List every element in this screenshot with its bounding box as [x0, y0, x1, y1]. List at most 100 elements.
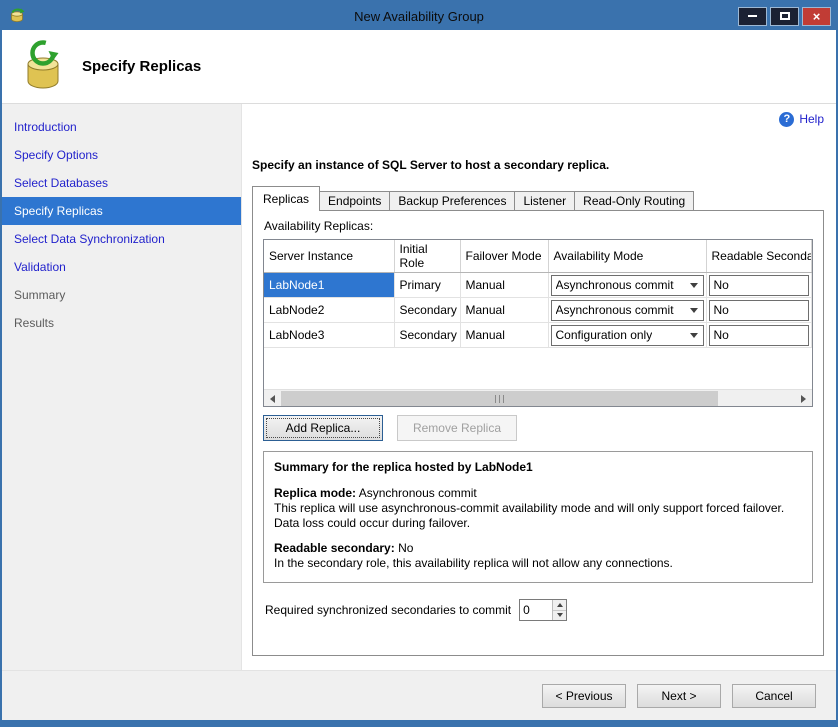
- scrollbar-thumb[interactable]: [281, 391, 718, 406]
- sidebar-item-select-databases[interactable]: Select Databases: [2, 169, 241, 197]
- replica-row-labnode2[interactable]: LabNode2 Secondary Manual Asynchronous c…: [264, 298, 812, 323]
- failover-mode-cell: Manual: [460, 298, 548, 323]
- sidebar-item-select-data-synchronization[interactable]: Select Data Synchronization: [2, 225, 241, 253]
- sidebar-item-specify-options[interactable]: Specify Options: [2, 141, 241, 169]
- replica-buttons-row: Add Replica... Remove Replica: [263, 415, 813, 441]
- chevron-down-icon: [690, 308, 698, 313]
- initial-role-cell: Primary: [394, 273, 460, 298]
- main-panel: ? Help Specify an instance of SQL Server…: [242, 104, 836, 670]
- tab-endpoints[interactable]: Endpoints: [319, 191, 390, 211]
- tab-read-only-routing[interactable]: Read-Only Routing: [574, 191, 694, 211]
- scroll-right-icon: [801, 395, 806, 403]
- tab-replicas[interactable]: Replicas: [252, 186, 320, 211]
- availability-mode-value: Asynchronous commit: [556, 278, 674, 292]
- server-instance-cell[interactable]: LabNode3: [264, 323, 394, 348]
- replica-summary-box: Summary for the replica hosted by LabNod…: [263, 451, 813, 583]
- availability-mode-value: Configuration only: [556, 328, 653, 342]
- availability-group-icon: [20, 39, 66, 94]
- sidebar-item-validation[interactable]: Validation: [2, 253, 241, 281]
- minimize-icon: [748, 15, 757, 17]
- availability-mode-value: Asynchronous commit: [556, 303, 674, 317]
- replica-mode-label: Replica mode:: [274, 486, 356, 500]
- close-icon: ×: [813, 10, 821, 23]
- remove-replica-button[interactable]: Remove Replica: [397, 415, 517, 441]
- sidebar-item-results: Results: [2, 309, 241, 337]
- instruction-text: Specify an instance of SQL Server to hos…: [250, 158, 824, 172]
- window-title: New Availability Group: [2, 9, 836, 24]
- spinner-down-icon: [557, 613, 563, 617]
- initial-role-cell: Secondary: [394, 323, 460, 348]
- column-header-readable-secondary: Readable Secondary: [706, 240, 812, 273]
- required-secondaries-label: Required synchronized secondaries to com…: [265, 603, 511, 617]
- dialog-footer: < Previous Next > Cancel: [2, 670, 836, 720]
- previous-button[interactable]: < Previous: [542, 684, 626, 708]
- caption-buttons: ×: [738, 7, 831, 26]
- sidebar-item-introduction[interactable]: Introduction: [2, 113, 241, 141]
- add-replica-button[interactable]: Add Replica...: [263, 415, 383, 441]
- wizard-header: Specify Replicas: [2, 30, 836, 104]
- replicas-tab-panel: Availability Replicas: Server Instance I…: [252, 210, 824, 656]
- tab-backup-preferences[interactable]: Backup Preferences: [389, 191, 515, 211]
- availability-mode-dropdown[interactable]: Asynchronous commit: [551, 275, 704, 296]
- next-button[interactable]: Next >: [637, 684, 721, 708]
- sidebar-item-summary: Summary: [2, 281, 241, 309]
- server-instance-cell[interactable]: LabNode2: [264, 298, 394, 323]
- replica-mode-description: This replica will use asynchronous-commi…: [274, 501, 802, 531]
- column-header-server-instance: Server Instance: [264, 240, 394, 273]
- availability-mode-dropdown[interactable]: Configuration only: [551, 325, 704, 346]
- new-availability-group-window: New Availability Group × Specify Replica…: [0, 0, 838, 727]
- help-link[interactable]: Help: [799, 112, 824, 126]
- column-header-initial-role: Initial Role: [394, 240, 460, 273]
- tab-listener[interactable]: Listener: [514, 191, 575, 211]
- maximize-icon: [780, 12, 790, 20]
- help-icon: ?: [779, 112, 794, 127]
- scroll-left-button[interactable]: [264, 391, 281, 406]
- chevron-down-icon: [690, 333, 698, 338]
- replica-row-labnode3[interactable]: LabNode3 Secondary Manual Configuration …: [264, 323, 812, 348]
- required-secondaries-input[interactable]: [520, 600, 552, 620]
- replica-mode-line: Replica mode: Asynchronous commit: [274, 486, 802, 501]
- window-icon: [9, 7, 27, 25]
- close-button[interactable]: ×: [802, 7, 831, 26]
- server-instance-cell[interactable]: LabNode1: [264, 273, 394, 298]
- replica-mode-value: Asynchronous commit: [359, 486, 477, 500]
- required-secondaries-row: Required synchronized secondaries to com…: [263, 599, 813, 621]
- scroll-right-button[interactable]: [795, 391, 812, 406]
- page-title: Specify Replicas: [82, 58, 201, 75]
- summary-title: Summary for the replica hosted by LabNod…: [274, 460, 802, 475]
- readable-secondary-label: Readable secondary:: [274, 541, 395, 555]
- grid-header-row: Server Instance Initial Role Failover Mo…: [264, 240, 812, 273]
- readable-secondary-dropdown[interactable]: No: [709, 325, 810, 346]
- column-header-availability-mode: Availability Mode: [548, 240, 706, 273]
- readable-secondary-dropdown[interactable]: No: [709, 275, 810, 296]
- spinner-up-icon: [557, 603, 563, 607]
- window-bottom-border: [2, 720, 836, 725]
- readable-secondary-line: Readable secondary: No: [274, 541, 802, 556]
- scroll-left-icon: [270, 395, 275, 403]
- minimize-button[interactable]: [738, 7, 767, 26]
- initial-role-cell: Secondary: [394, 298, 460, 323]
- replica-row-labnode1[interactable]: LabNode1 Primary Manual Asynchronous com…: [264, 273, 812, 298]
- spinner-down-button[interactable]: [553, 611, 566, 621]
- cancel-button[interactable]: Cancel: [732, 684, 816, 708]
- wizard-body: Introduction Specify Options Select Data…: [2, 104, 836, 670]
- wizard-steps-sidebar: Introduction Specify Options Select Data…: [2, 104, 242, 670]
- availability-replicas-grid: Server Instance Initial Role Failover Mo…: [263, 239, 813, 407]
- availability-replicas-label: Availability Replicas:: [263, 219, 813, 233]
- titlebar[interactable]: New Availability Group ×: [2, 2, 836, 30]
- readable-secondary-dropdown[interactable]: No: [709, 300, 810, 321]
- scrollbar-grip-icon: [495, 395, 504, 403]
- readable-secondary-description: In the secondary role, this availability…: [274, 556, 802, 571]
- readable-secondary-value: No: [714, 278, 729, 292]
- sidebar-item-specify-replicas[interactable]: Specify Replicas: [2, 197, 241, 225]
- help-row: ? Help: [250, 110, 824, 128]
- readable-secondary-value: No: [714, 303, 729, 317]
- maximize-button[interactable]: [770, 7, 799, 26]
- required-secondaries-spinner: [519, 599, 567, 621]
- horizontal-scrollbar[interactable]: [264, 389, 812, 406]
- spinner-up-button[interactable]: [553, 600, 566, 611]
- spinner-buttons: [552, 600, 566, 620]
- readable-secondary-summary-value: No: [398, 541, 413, 555]
- availability-mode-dropdown[interactable]: Asynchronous commit: [551, 300, 704, 321]
- tab-strip: Replicas Endpoints Backup Preferences Li…: [250, 186, 824, 211]
